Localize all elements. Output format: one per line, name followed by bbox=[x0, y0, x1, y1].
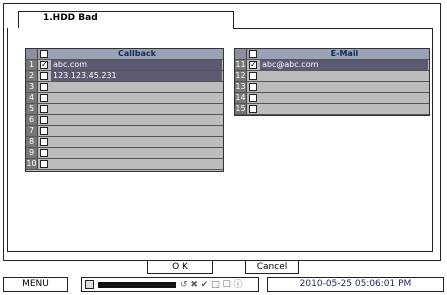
email-header-row: E-Mail bbox=[235, 49, 429, 60]
header-num-cell bbox=[26, 49, 38, 59]
email-row[interactable]: 11 ✓ abc@abc.com bbox=[235, 60, 429, 71]
header-num-cell bbox=[235, 49, 247, 59]
row-number: 3 bbox=[26, 82, 38, 92]
email-row-checkbox[interactable] bbox=[249, 105, 257, 113]
callback-row[interactable]: 9 bbox=[26, 148, 223, 159]
email-row-checkbox[interactable] bbox=[249, 94, 257, 102]
callback-address-field[interactable] bbox=[51, 93, 222, 103]
row-number: 7 bbox=[26, 126, 38, 136]
callback-row-checkbox[interactable] bbox=[40, 127, 48, 135]
row-number: 2 bbox=[26, 71, 38, 81]
callback-address-field[interactable] bbox=[51, 104, 222, 114]
callback-row-checkbox[interactable] bbox=[40, 149, 48, 157]
callback-row[interactable]: 4 bbox=[26, 93, 223, 104]
datetime-display: 2010-05-25 05:06:01 PM bbox=[267, 277, 444, 292]
callback-row-checkbox[interactable] bbox=[40, 116, 48, 124]
row-number: 4 bbox=[26, 93, 38, 103]
email-row-checkbox[interactable] bbox=[249, 72, 257, 80]
ok-button[interactable]: O K bbox=[147, 260, 213, 274]
callback-address-field[interactable] bbox=[51, 148, 222, 158]
row-number: 15 bbox=[235, 104, 247, 114]
row-number: 9 bbox=[26, 148, 38, 158]
callback-address-field[interactable] bbox=[51, 137, 222, 147]
callback-row-checkbox[interactable] bbox=[40, 72, 48, 80]
row-number: 11 bbox=[235, 60, 247, 70]
callback-row[interactable]: 5 bbox=[26, 104, 223, 115]
tab-title: 1.HDD Bad bbox=[43, 13, 98, 23]
hdd-usage-bar bbox=[98, 282, 176, 288]
email-table: E-Mail 11 ✓ abc@abc.com 12 13 14 15 bbox=[234, 48, 430, 116]
callback-header-label: Callback bbox=[118, 49, 156, 58]
callback-address-field[interactable]: 123.123.45.231 bbox=[51, 71, 222, 81]
email-row[interactable]: 15 bbox=[235, 104, 429, 115]
callback-row-checkbox[interactable] bbox=[40, 105, 48, 113]
tab-hdd-bad[interactable]: 1.HDD Bad bbox=[18, 11, 234, 28]
row-number: 8 bbox=[26, 137, 38, 147]
status-bar: MENU ↺ ✖ ✔ □ ☐ ⓘ 2010-05-25 05:06:01 PM bbox=[3, 277, 444, 292]
callback-row-checkbox[interactable] bbox=[40, 94, 48, 102]
email-address-field[interactable] bbox=[260, 104, 428, 114]
callback-address-field[interactable] bbox=[51, 82, 222, 92]
email-row[interactable]: 14 bbox=[235, 93, 429, 104]
email-address-field[interactable] bbox=[260, 82, 428, 92]
callback-row[interactable]: 7 bbox=[26, 126, 223, 137]
callback-row[interactable]: 3 bbox=[26, 82, 223, 93]
callback-address-field[interactable] bbox=[51, 115, 222, 125]
row-number: 1 bbox=[26, 60, 38, 70]
email-header-label: E-Mail bbox=[330, 49, 359, 58]
callback-row[interactable]: 6 bbox=[26, 115, 223, 126]
callback-row-checkbox[interactable] bbox=[40, 160, 48, 168]
callback-address-field[interactable]: abc.com bbox=[51, 60, 222, 70]
callback-row-checkbox[interactable] bbox=[40, 83, 48, 91]
row-number: 13 bbox=[235, 82, 247, 92]
callback-row[interactable]: 8 bbox=[26, 137, 223, 148]
row-number: 5 bbox=[26, 104, 38, 114]
callback-row[interactable]: 2 123.123.45.231 bbox=[26, 71, 223, 82]
email-select-all-checkbox[interactable] bbox=[249, 50, 257, 58]
email-row-checkbox[interactable] bbox=[249, 83, 257, 91]
callback-row-checkbox[interactable] bbox=[40, 138, 48, 146]
row-number: 6 bbox=[26, 115, 38, 125]
tab-strip bbox=[233, 11, 433, 29]
callback-address-field[interactable] bbox=[51, 126, 222, 136]
callback-row-checkbox[interactable]: ✓ bbox=[40, 61, 48, 69]
row-number: 12 bbox=[235, 71, 247, 81]
email-row-checkbox[interactable]: ✓ bbox=[249, 61, 257, 69]
hdd-status: ↺ ✖ ✔ □ ☐ ⓘ bbox=[81, 277, 259, 292]
menu-button[interactable]: MENU bbox=[3, 277, 68, 292]
email-row[interactable]: 12 bbox=[235, 71, 429, 82]
row-number: 10 bbox=[26, 159, 38, 169]
hdd-icon bbox=[85, 280, 94, 289]
callback-address-field[interactable] bbox=[51, 159, 222, 169]
email-address-field[interactable] bbox=[260, 93, 428, 103]
email-row[interactable]: 13 bbox=[235, 82, 429, 93]
callback-row[interactable]: 10 bbox=[26, 159, 223, 170]
callback-table: Callback 1 ✓ abc.com 2 123.123.45.231 3 4 5 6 7 8 9… bbox=[25, 48, 224, 172]
email-address-field[interactable] bbox=[260, 71, 428, 81]
status-icons: ↺ ✖ ✔ □ ☐ ⓘ bbox=[180, 280, 243, 290]
callback-row[interactable]: 1 ✓ abc.com bbox=[26, 60, 223, 71]
email-address-field[interactable]: abc@abc.com bbox=[260, 60, 428, 70]
row-number: 14 bbox=[235, 93, 247, 103]
cancel-button[interactable]: Cancel bbox=[245, 260, 299, 274]
callback-header-row: Callback bbox=[26, 49, 223, 60]
callback-select-all-checkbox[interactable] bbox=[40, 50, 48, 58]
